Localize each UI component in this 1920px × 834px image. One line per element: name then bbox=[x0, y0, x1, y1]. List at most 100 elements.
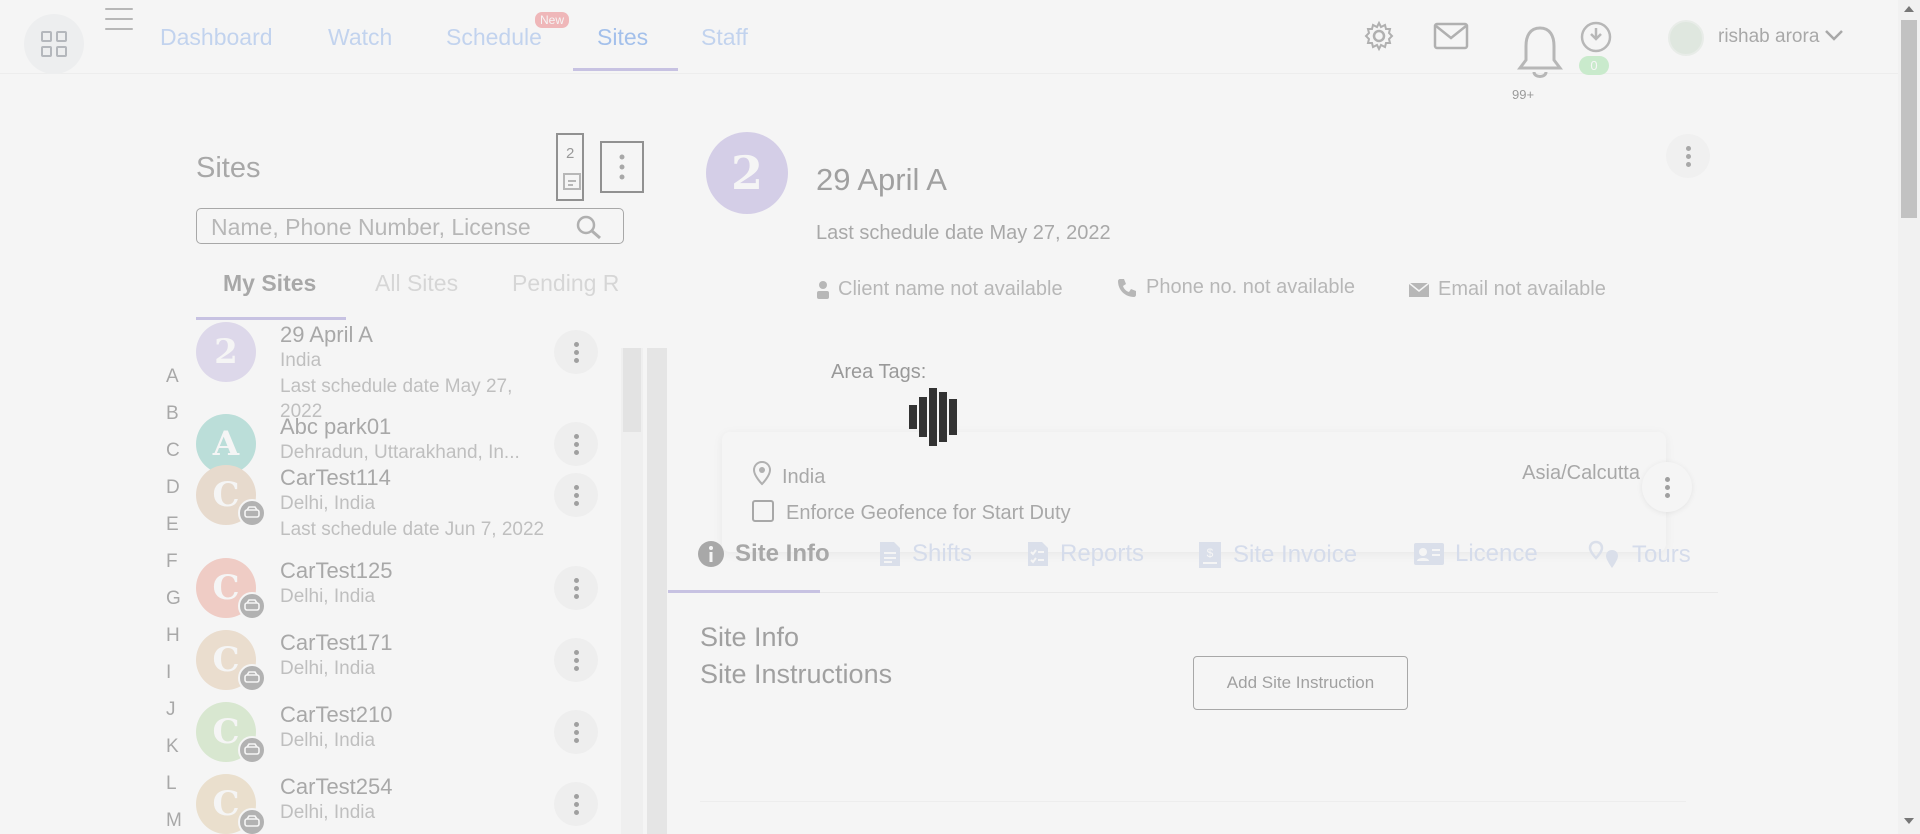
site-list-item[interactable]: C CarTest210 Delhi, India bbox=[196, 702, 616, 766]
site-country: India bbox=[782, 466, 826, 488]
id-card-icon bbox=[1414, 543, 1444, 565]
gear-icon[interactable] bbox=[1363, 20, 1395, 52]
index-letter[interactable]: I bbox=[166, 662, 171, 684]
tab-shifts[interactable]: Shifts bbox=[878, 540, 972, 568]
phone-number: Phone no. not available bbox=[1146, 276, 1356, 298]
download-clock-icon[interactable] bbox=[1579, 20, 1613, 54]
download-count-badge: 0 bbox=[1579, 56, 1609, 75]
index-letter[interactable]: J bbox=[166, 699, 176, 721]
avatar-icon[interactable] bbox=[1668, 20, 1704, 56]
car-icon bbox=[238, 664, 266, 692]
site-list-scrollbar[interactable] bbox=[621, 348, 643, 834]
site-more-button[interactable] bbox=[554, 473, 598, 517]
site-more-button[interactable] bbox=[554, 566, 598, 610]
site-name: CarTest254 bbox=[280, 774, 393, 799]
site-list-item[interactable]: C CarTest171 Delhi, India bbox=[196, 630, 616, 694]
location-more-button[interactable] bbox=[1642, 462, 1692, 512]
site-list-item[interactable]: C CarTest125 Delhi, India bbox=[196, 558, 616, 622]
nav-schedule[interactable]: Schedule bbox=[446, 24, 542, 51]
site-more-button[interactable] bbox=[554, 330, 598, 374]
site-instructions-heading: Site Instructions bbox=[700, 659, 893, 689]
tab-site-info[interactable]: Site Info bbox=[697, 540, 830, 568]
checklist-icon bbox=[1028, 542, 1048, 566]
map-pins-icon bbox=[1588, 540, 1618, 568]
svg-text:$: $ bbox=[1207, 546, 1214, 560]
search-input[interactable] bbox=[211, 214, 571, 241]
sites-more-button[interactable] bbox=[600, 141, 644, 193]
tab-tours[interactable]: Tours bbox=[1588, 540, 1691, 570]
index-letter[interactable]: D bbox=[166, 477, 180, 499]
site-more-button[interactable] bbox=[554, 422, 598, 466]
tab-label: Reports bbox=[1060, 540, 1145, 567]
index-letter[interactable]: K bbox=[166, 736, 179, 758]
index-letter[interactable]: F bbox=[166, 551, 178, 573]
nav-sites[interactable]: Sites bbox=[597, 24, 648, 51]
page-scrollbar[interactable] bbox=[1898, 0, 1920, 834]
tab-my-sites[interactable]: My Sites bbox=[223, 270, 316, 297]
tab-licence[interactable]: Licence bbox=[1413, 540, 1538, 568]
add-site-instruction-button[interactable]: Add Site Instruction bbox=[1193, 656, 1408, 710]
search-icon[interactable] bbox=[575, 214, 603, 240]
site-list-item[interactable]: C CarTest114 Delhi, India Last schedule … bbox=[196, 465, 616, 555]
site-info-heading: Site Info bbox=[700, 622, 800, 652]
bell-icon[interactable] bbox=[1516, 24, 1564, 82]
invoice-icon: $ bbox=[1199, 542, 1221, 568]
apps-icon bbox=[41, 31, 67, 57]
index-letter[interactable]: B bbox=[166, 403, 179, 425]
site-location: Delhi, India bbox=[280, 658, 376, 679]
apps-button[interactable] bbox=[24, 14, 84, 74]
client-name: Client name not available bbox=[838, 278, 1063, 300]
site-name: 29 April A bbox=[280, 322, 373, 347]
loading-spinner-icon bbox=[909, 388, 963, 446]
calendar-filter-button[interactable]: 2 bbox=[556, 133, 584, 201]
scroll-up-arrow-icon[interactable] bbox=[1904, 6, 1914, 12]
site-detail-title: 29 April A bbox=[816, 162, 947, 197]
site-detail-more-button[interactable] bbox=[1666, 134, 1710, 178]
tab-reports[interactable]: Reports bbox=[1026, 540, 1144, 568]
site-more-button[interactable] bbox=[554, 782, 598, 826]
nav-dashboard[interactable]: Dashboard bbox=[160, 24, 273, 51]
tab-site-invoice[interactable]: $ Site Invoice bbox=[1197, 540, 1357, 570]
email-icon bbox=[1408, 281, 1430, 297]
site-location: Delhi, India bbox=[280, 802, 376, 823]
site-name: CarTest125 bbox=[280, 558, 393, 583]
tab-all-sites[interactable]: All Sites bbox=[375, 270, 458, 297]
detail-tab-active-indicator bbox=[668, 590, 820, 593]
index-letter[interactable]: M bbox=[166, 810, 182, 832]
site-list-item[interactable]: 2 29 April A India Last schedule date Ma… bbox=[196, 322, 616, 422]
site-name: CarTest114 bbox=[280, 465, 391, 490]
car-icon bbox=[238, 499, 266, 527]
nav-watch[interactable]: Watch bbox=[328, 24, 392, 51]
site-list-item[interactable]: A Abc park01 Dehradun, Uttarakhand, In..… bbox=[196, 414, 616, 474]
user-name[interactable]: rishab arora bbox=[1718, 26, 1819, 48]
index-letter[interactable]: L bbox=[166, 773, 177, 795]
phone-icon bbox=[1118, 278, 1136, 297]
email-address: Email not available bbox=[1438, 278, 1606, 300]
location-pin-icon bbox=[752, 460, 772, 486]
car-icon bbox=[238, 808, 266, 834]
tab-label: Site Invoice bbox=[1233, 541, 1358, 568]
hamburger-icon[interactable] bbox=[105, 8, 133, 30]
chevron-down-icon[interactable] bbox=[1824, 28, 1844, 42]
nav-staff[interactable]: Staff bbox=[701, 24, 748, 51]
more-vertical-icon bbox=[619, 154, 625, 180]
scrollbar-thumb[interactable] bbox=[623, 348, 641, 432]
index-letter[interactable]: C bbox=[166, 440, 180, 462]
scroll-down-arrow-icon[interactable] bbox=[1904, 818, 1914, 824]
index-letter[interactable]: G bbox=[166, 588, 181, 610]
page-scrollbar-thumb[interactable] bbox=[1901, 20, 1917, 218]
index-letter[interactable]: A bbox=[166, 366, 179, 388]
geofence-checkbox[interactable] bbox=[752, 500, 774, 522]
site-more-button[interactable] bbox=[554, 638, 598, 682]
mail-icon[interactable] bbox=[1433, 22, 1469, 50]
panel-scrollbar[interactable] bbox=[647, 348, 667, 834]
tab-label: Licence bbox=[1455, 540, 1538, 567]
filter-count: 2 bbox=[566, 145, 575, 162]
tab-pending[interactable]: Pending R bbox=[512, 270, 619, 297]
tab-active-indicator bbox=[196, 317, 346, 320]
site-list-item[interactable]: C CarTest254 Delhi, India bbox=[196, 774, 616, 834]
index-letter[interactable]: E bbox=[166, 514, 179, 536]
index-letter[interactable]: H bbox=[166, 625, 180, 647]
site-more-button[interactable] bbox=[554, 710, 598, 754]
area-tags-label: Area Tags: bbox=[831, 361, 927, 383]
